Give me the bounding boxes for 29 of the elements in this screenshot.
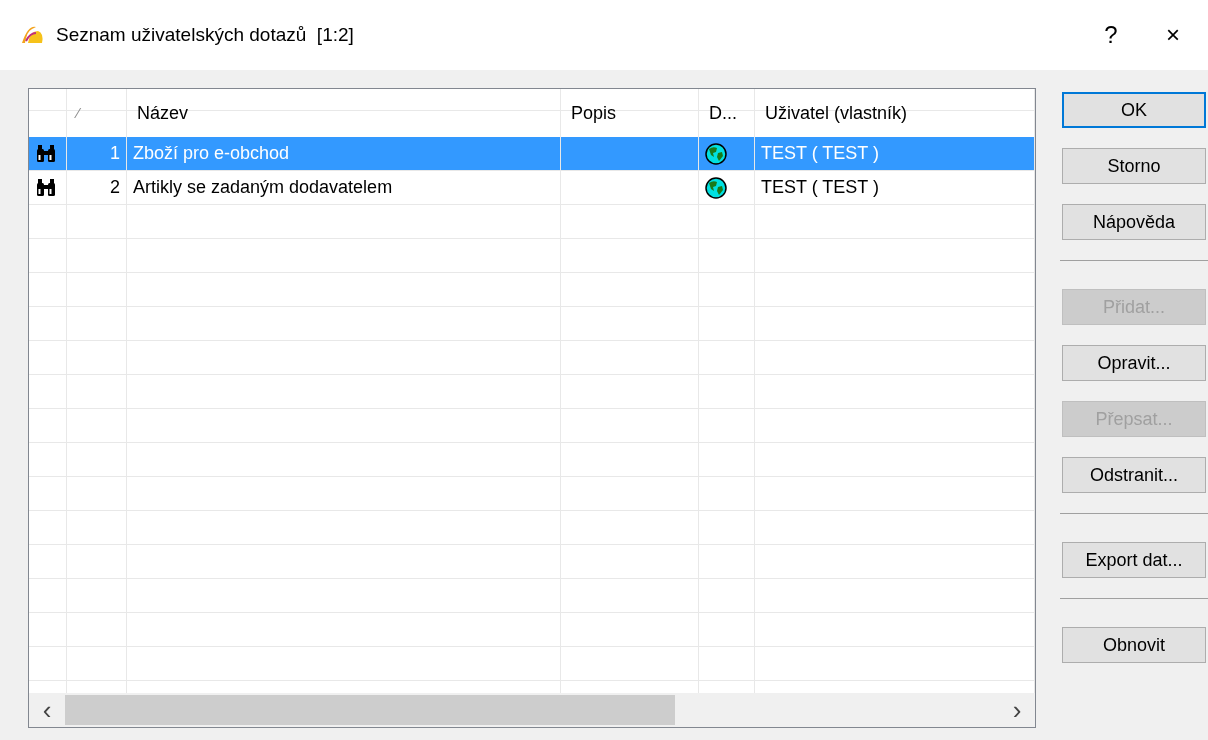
dialog-button[interactable]: Opravit... [1062,345,1206,381]
scroll-right-button[interactable]: › [999,694,1035,726]
scroll-thumb[interactable] [65,695,675,725]
column-header[interactable]: Uživatel (vlastník) [765,102,908,124]
help-button[interactable]: ? [1084,21,1138,49]
column-header[interactable]: Popis [571,102,617,124]
dialog-button[interactable]: Obnovit [1062,627,1206,663]
owner: TEST ( TEST ) [761,177,880,198]
row-number: 2 [110,177,120,198]
owner: TEST ( TEST ) [761,143,880,164]
binoculars-icon [35,178,57,197]
row-number: 1 [110,143,120,164]
column-header[interactable]: Název [137,102,189,124]
close-button[interactable]: × [1146,21,1200,49]
query-name: Zboží pro e-obchod [133,143,290,164]
globe-icon [705,142,727,165]
binoculars-icon [35,144,57,163]
dialog-button[interactable]: Storno [1062,148,1206,184]
dialog-button[interactable]: Odstranit... [1062,457,1206,493]
dialog-button[interactable]: Nápověda [1062,204,1206,240]
horizontal-scrollbar[interactable]: ‹ › [29,693,1035,727]
query-name: Artikly se zadaným dodavatelem [133,177,393,198]
window-title: Seznam uživatelských dotazů [1:2] [56,24,355,46]
globe-icon [705,176,727,199]
table-row[interactable]: 2 Artikly se zadaným dodavatelem TEST ( TEST ) [29,171,1035,205]
column-header[interactable]: D... [709,102,737,124]
dialog-button[interactable]: OK [1062,92,1206,128]
dialog-button[interactable]: Export dat... [1062,542,1206,578]
scroll-left-button[interactable]: ‹ [29,694,65,726]
